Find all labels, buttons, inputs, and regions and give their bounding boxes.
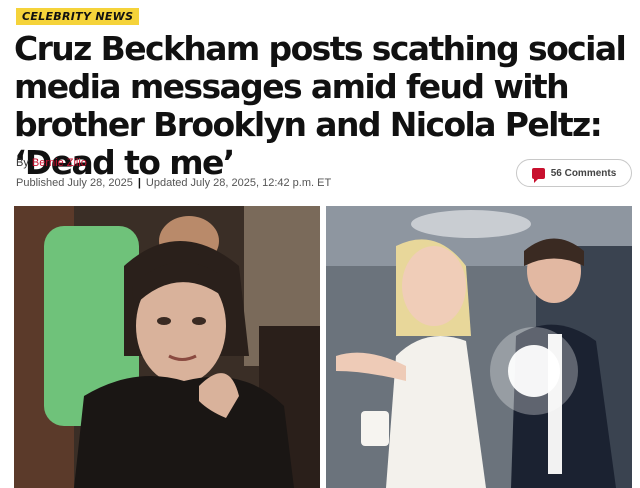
author-link[interactable]: Bernie Zilio: [32, 157, 87, 169]
byline: By Bernie Zilio: [16, 157, 87, 169]
photo-left-illustration: [14, 206, 320, 488]
publish-meta: Published July 28, 2025 | Updated July 28,…: [16, 177, 331, 189]
comment-bubble-icon: [531, 167, 545, 183]
published-date: Published July 28, 2025: [16, 177, 133, 189]
byline-prefix: By: [16, 157, 32, 169]
comments-count: 56 Comments: [550, 167, 617, 179]
article-photo-right[interactable]: [326, 206, 632, 488]
meta-separator: |: [137, 177, 141, 189]
photo-right-illustration: [326, 206, 632, 488]
updated-date: Updated July 28, 2025, 12:42 p.m. ET: [145, 177, 332, 189]
article-photo-left[interactable]: [14, 206, 320, 488]
category-tag[interactable]: CELEBRITY NEWS: [16, 8, 140, 25]
comments-button[interactable]: 56 Comments: [516, 159, 632, 187]
